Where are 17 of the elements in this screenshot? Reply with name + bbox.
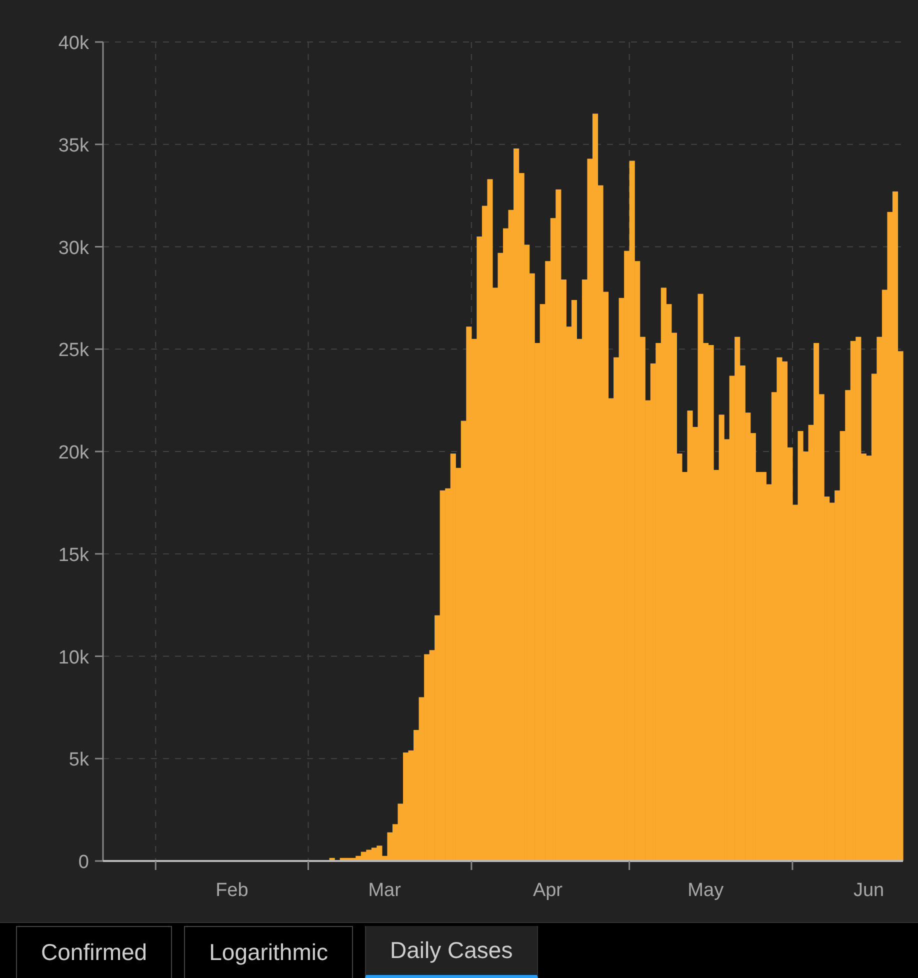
x-tick-label: May [688, 880, 724, 901]
y-tick-label: 25k [58, 340, 89, 362]
x-tick-label: Feb [216, 880, 248, 901]
x-tick-label: Jun [853, 880, 884, 901]
tab[interactable]: Confirmed [16, 926, 172, 978]
x-tick-label: Mar [368, 880, 401, 901]
y-tick-label: 35k [58, 135, 89, 156]
y-tick-label: 0 [78, 852, 89, 873]
y-tick-label: 15k [58, 544, 89, 566]
y-tick-label: 30k [58, 238, 89, 259]
y-tick-label: 20k [58, 442, 89, 464]
y-tick-label: 5k [68, 750, 89, 771]
tab[interactable]: Daily Cases [365, 926, 538, 978]
y-tick-label: 10k [58, 647, 89, 668]
y-tick-label: 40k [58, 33, 89, 54]
x-tick-label: Apr [532, 880, 563, 901]
tab[interactable]: Logarithmic [184, 926, 353, 978]
